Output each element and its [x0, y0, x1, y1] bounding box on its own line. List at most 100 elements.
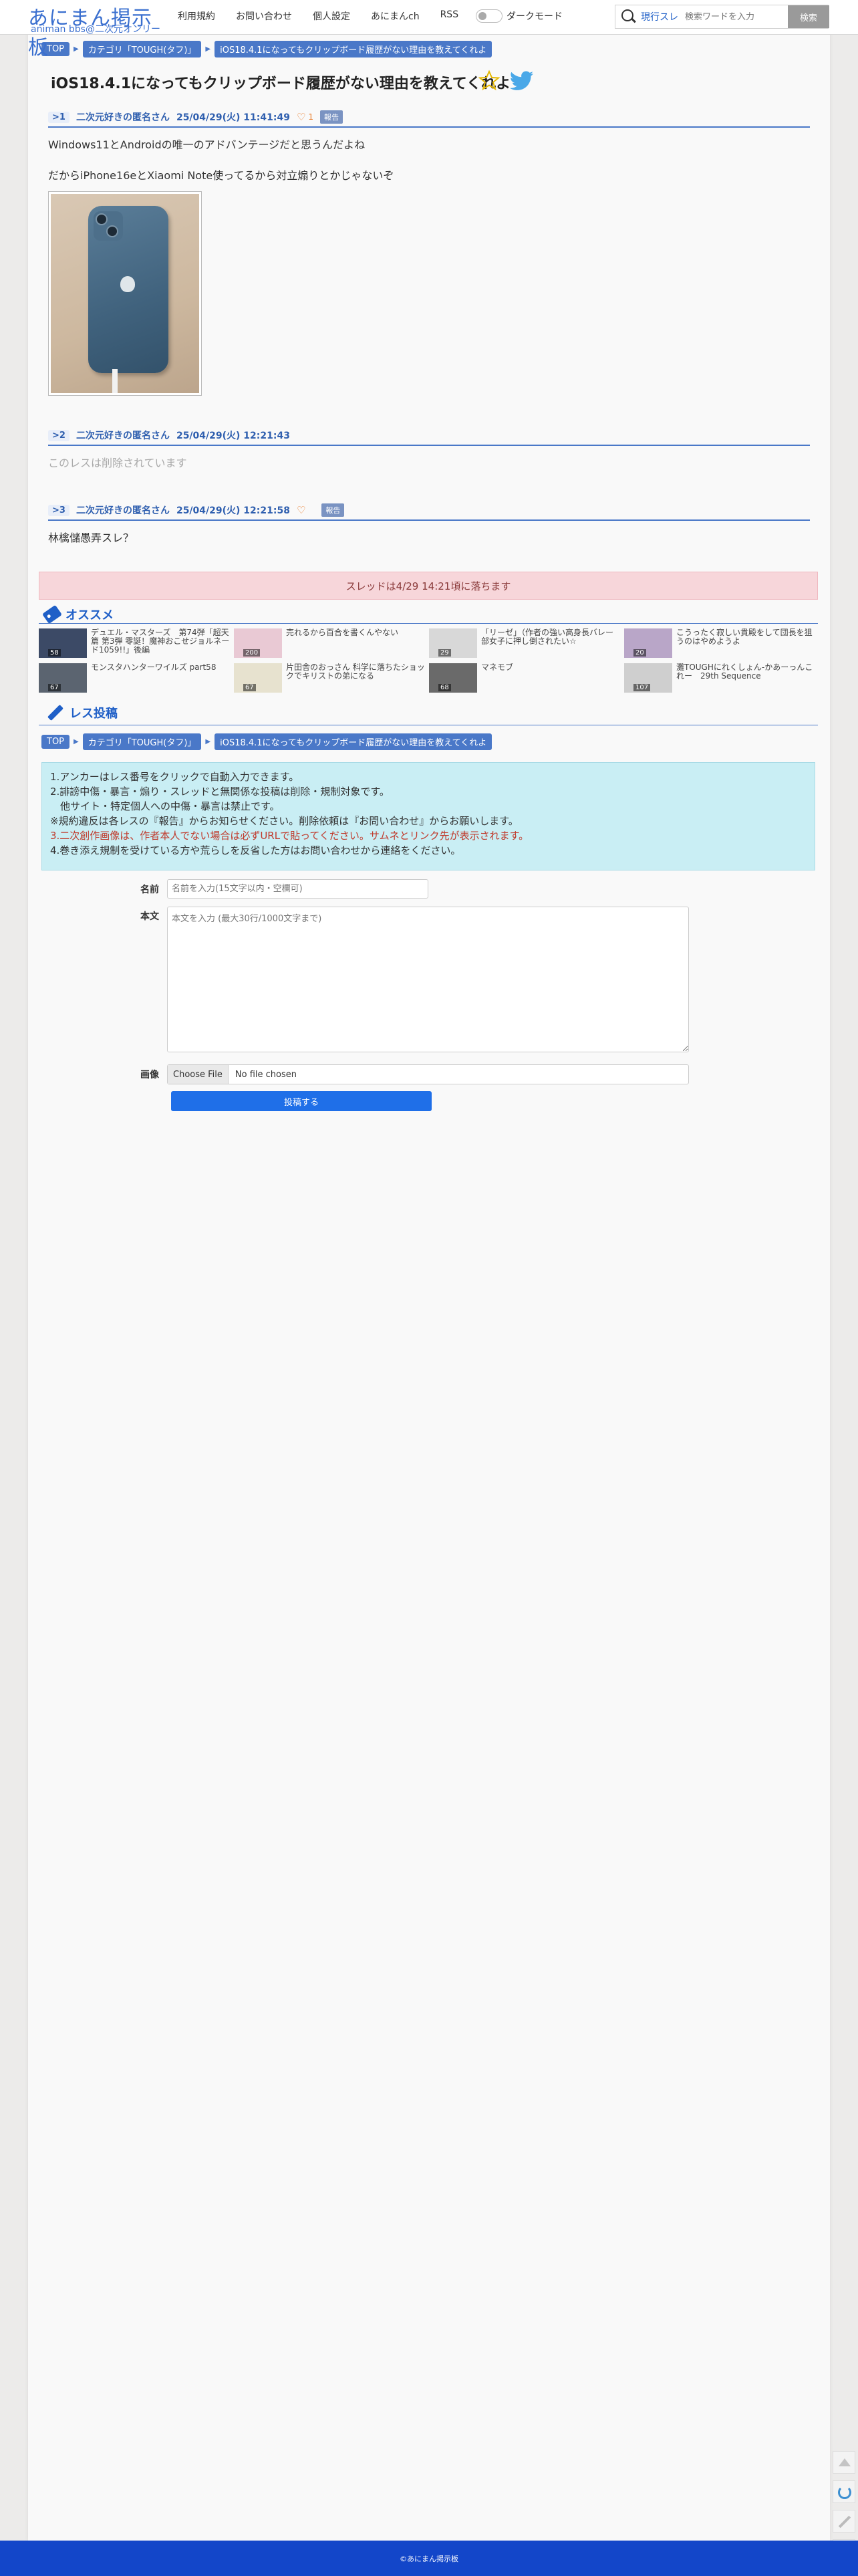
charging-cable — [112, 369, 118, 393]
breadcrumb-separator: ▶ — [205, 45, 211, 53]
image-file-input[interactable]: Choose File No file chosen — [167, 1064, 689, 1084]
recommend-thumbnail: 68 — [429, 663, 477, 693]
post-divider — [48, 445, 810, 446]
post-image[interactable] — [48, 191, 202, 396]
recommend-title-text: 灘TOUGHにれくしょん-かあーっんこれー 29th Sequence — [676, 663, 813, 681]
recommend-item[interactable]: 67 片田舎のおっさん 科学に落ちたショックでキリストの弟になる — [234, 663, 428, 693]
post-body-line: 林檎儲愚弄スレ？ — [48, 532, 134, 544]
post-number[interactable]: >1 — [48, 111, 69, 123]
camera-lens — [106, 225, 118, 237]
post-deleted-notice: このレスは削除されています — [48, 457, 187, 469]
like-heart-icon[interactable]: ♡ — [297, 504, 305, 516]
section-divider — [39, 623, 818, 624]
rule-line: 他サイト・特定個人への中傷・暴言は禁止です。 — [50, 800, 280, 812]
pen-icon — [47, 704, 64, 721]
site-logo[interactable]: あにまん掲示板 animan bbs@二次元オンリー — [28, 1, 168, 60]
post-body-line: Windows11とAndroidの唯一のアドバンテージだと思うんだよね — [48, 138, 366, 151]
photo-background — [51, 194, 199, 393]
nav-settings[interactable]: 個人設定 — [313, 9, 350, 23]
nav-animanch[interactable]: あにまんch — [371, 9, 420, 23]
recommend-heading: オススメ — [42, 604, 114, 624]
post-1: >1 二次元好きの匿名さん 25/04/29(火) 11:41:49 ♡ 1 報… — [48, 109, 810, 182]
pencil-icon — [838, 2515, 851, 2529]
recommend-thumbnail: 107 — [624, 663, 672, 693]
post-2: >2 二次元好きの匿名さん 25/04/29(火) 12:21:43 このレスは… — [48, 427, 810, 469]
recommend-title-text: マネモブ — [481, 663, 514, 672]
rule-line: ※規約違反は各レスの『報告』からお知らせください。削除依頼は『お問い合わせ』から… — [50, 815, 519, 827]
camera-lens — [96, 213, 108, 225]
posting-rules: 1.アンカーはレス番号をクリックで自動入力できます。 2.誹謗中傷・暴言・煽り・… — [41, 762, 815, 870]
recommend-thumbnail: 67 — [234, 663, 282, 693]
top-nav: 利用規約 お問い合わせ 個人設定 あにまんch RSS — [178, 9, 479, 23]
poster-name: 二次元好きの匿名さん — [76, 431, 170, 441]
reply-heading: レス投稿 — [47, 704, 118, 721]
breadcrumb-top[interactable]: TOP — [41, 735, 70, 749]
recommend-item[interactable]: 29 「リーゼ」（作者の強い高身長バレー部女子に押し倒されたい☆ — [429, 628, 623, 658]
report-button[interactable]: 報告 — [320, 110, 343, 124]
dark-mode-switch[interactable] — [476, 9, 503, 23]
search-button[interactable]: 検索 — [788, 5, 829, 28]
reply-count: 20 — [633, 649, 646, 657]
post-date: 25/04/29(火) 11:41:49 — [176, 112, 290, 123]
search-input[interactable] — [685, 11, 785, 22]
dark-mode-toggle[interactable]: ダークモード — [476, 9, 563, 23]
reply-count: 107 — [633, 684, 651, 691]
nav-terms[interactable]: 利用規約 — [178, 9, 215, 23]
post-number[interactable]: >3 — [48, 504, 69, 516]
reply-title: レス投稿 — [69, 707, 118, 721]
recommend-item[interactable]: 107 灘TOUGHにれくしょん-かあーっんこれー 29th Sequence — [624, 663, 818, 693]
poster-name: 二次元好きの匿名さん — [76, 505, 170, 516]
recommend-item[interactable]: 20 こうったく寂しい貴殿をして団長を狙うのはやめようよ — [624, 628, 818, 658]
recommend-item[interactable]: 67 モンスタハンターワイルズ part58 — [39, 663, 233, 693]
recommend-title: オススメ — [65, 608, 114, 622]
name-label: 名前 — [140, 885, 159, 895]
report-button[interactable]: 報告 — [321, 503, 345, 517]
breadcrumb-thread[interactable]: iOS18.4.1になってもクリップボード履歴がない理由を教えてくれよ — [214, 733, 492, 750]
reply-count: 68 — [438, 684, 451, 691]
search-box: 現行スレ 検索 — [615, 5, 829, 29]
breadcrumb-separator: ▶ — [205, 738, 211, 745]
write-button[interactable] — [833, 2510, 855, 2533]
image-label: 画像 — [140, 1070, 159, 1080]
recommend-item[interactable]: 200 売れるから百合を書くんやない — [234, 628, 428, 658]
footer: ©あにまん掲示板 — [0, 2541, 858, 2576]
body-field[interactable] — [167, 907, 689, 1052]
breadcrumb-thread[interactable]: iOS18.4.1になってもクリップボード履歴がない理由を教えてくれよ — [214, 41, 492, 57]
post-body-line: だからiPhone16eとXiaomi Note使ってるから対立煽りとかじゃない… — [48, 169, 394, 182]
search-scope[interactable]: 現行スレ — [641, 10, 678, 23]
recommend-thumbnail: 58 — [39, 628, 87, 658]
recommend-title-text: こうったく寂しい貴殿をして団長を狙うのはやめようよ — [676, 628, 813, 646]
like-heart-icon[interactable]: ♡ — [297, 111, 305, 123]
dark-mode-label: ダークモード — [507, 11, 563, 22]
recommend-item[interactable]: 58 デュエル・マスターズ 第74弾「超天篇 第3弾 零誕！魔神おこせジョルネー… — [39, 628, 233, 658]
nav-rss[interactable]: RSS — [440, 9, 459, 23]
favorite-star-icon[interactable] — [478, 70, 500, 91]
scroll-top-button[interactable] — [833, 2451, 855, 2474]
post-divider — [48, 126, 810, 128]
reply-count: 58 — [48, 649, 61, 657]
twitter-icon[interactable] — [510, 71, 534, 91]
breadcrumb-separator: ▶ — [74, 738, 79, 745]
name-field[interactable] — [167, 879, 428, 899]
submit-button[interactable]: 投稿する — [171, 1091, 432, 1111]
post-header: >3 二次元好きの匿名さん 25/04/29(火) 12:21:58 ♡ 報告 — [48, 502, 810, 518]
refresh-button[interactable] — [833, 2480, 855, 2503]
recommend-title-text: 売れるから百合を書くんやない — [286, 628, 399, 637]
choose-file-button[interactable]: Choose File — [168, 1065, 229, 1084]
recommend-item[interactable]: 68 マネモブ — [429, 663, 623, 693]
top-bar: あにまん掲示板 animan bbs@二次元オンリー 利用規約 お問い合わせ 個… — [0, 0, 858, 60]
logo-sub-text: animan bbs@二次元オンリー — [31, 24, 160, 35]
post-divider — [48, 519, 810, 521]
post-header: >2 二次元好きの匿名さん 25/04/29(火) 12:21:43 — [48, 427, 810, 443]
page: あにまん掲示板 animan bbs@二次元オンリー 利用規約 お問い合わせ 個… — [0, 0, 858, 2576]
recommend-thumbnail: 67 — [39, 663, 87, 693]
camera-module — [94, 211, 123, 241]
post-number[interactable]: >2 — [48, 429, 69, 441]
breadcrumb-bottom: TOP ▶ カテゴリ「TOUGH(タフ)」 ▶ iOS18.4.1になってもクリ… — [41, 733, 492, 750]
body-label: 本文 — [140, 911, 159, 922]
nav-contact[interactable]: お問い合わせ — [236, 9, 292, 23]
recommend-thumbnail: 29 — [429, 628, 477, 658]
file-name-text: No file chosen — [235, 1069, 297, 1080]
breadcrumb-category[interactable]: カテゴリ「TOUGH(タフ)」 — [82, 733, 202, 750]
recommend-title-text: 片田舎のおっさん 科学に落ちたショックでキリストの弟になる — [286, 663, 425, 681]
